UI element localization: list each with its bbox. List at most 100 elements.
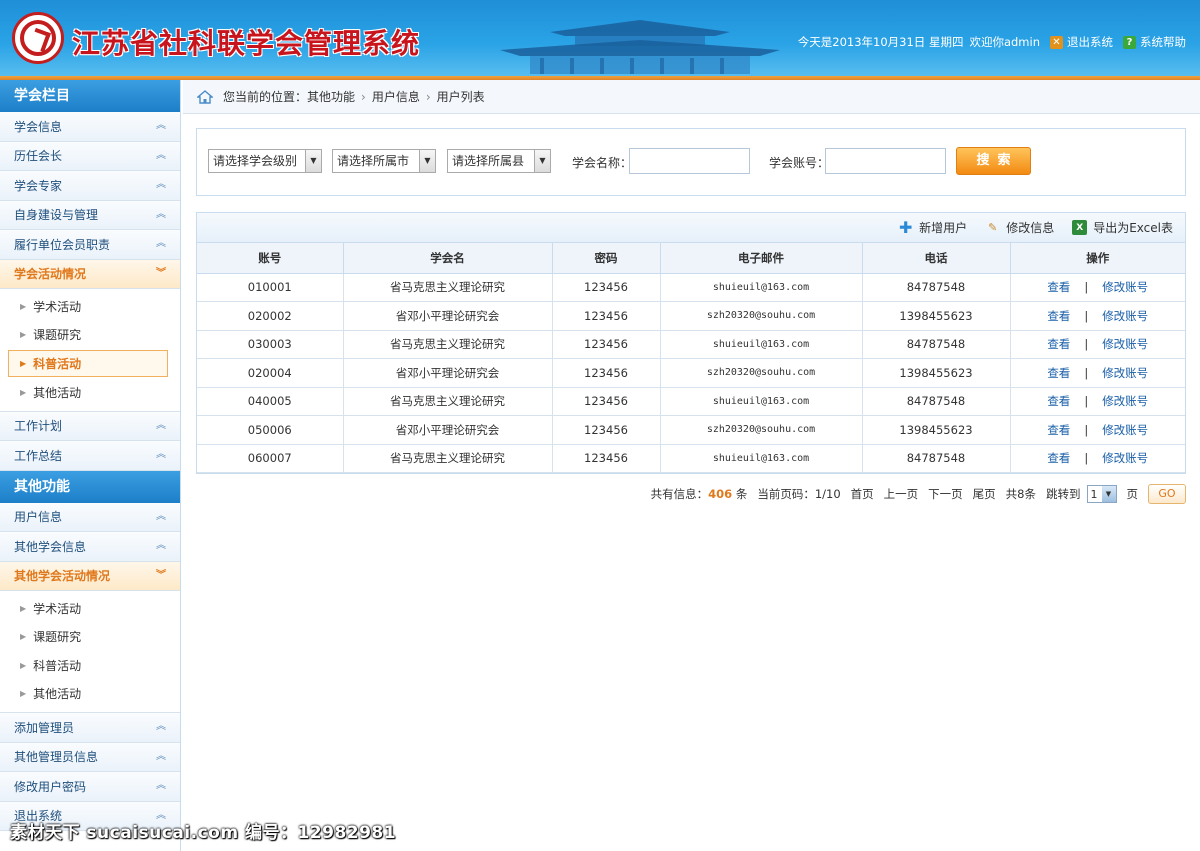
sidebar-item-member-duties[interactable]: 履行单位会员职责 ︽ bbox=[0, 230, 180, 260]
sidebar-item-label: 添加管理员 bbox=[14, 720, 75, 735]
caret-right-icon: ▶ bbox=[20, 330, 27, 340]
sidebar-item-admin-info[interactable]: 其他管理员信息 ︽ bbox=[0, 742, 180, 772]
breadcrumb-item[interactable]: 用户列表 bbox=[437, 88, 485, 105]
export-excel-button[interactable]: X 导出为Excel表 bbox=[1072, 219, 1173, 236]
submenu-label: 课题研究 bbox=[33, 630, 82, 645]
breadcrumb-item[interactable]: 用户信息 bbox=[372, 88, 420, 105]
cell-account: 050006 bbox=[197, 415, 344, 445]
view-link[interactable]: 查看 bbox=[1047, 280, 1070, 294]
breadcrumb: 您当前的位置： 其他功能 › 用户信息 › 用户列表 bbox=[183, 80, 1200, 114]
caret-right-icon: ▶ bbox=[20, 301, 27, 311]
chevron-up-icon: ︽ bbox=[156, 780, 166, 791]
view-link[interactable]: 查看 bbox=[1047, 451, 1070, 465]
table-body: 010001 省马克思主义理论研究 123456 shuieuil@163.com 84… bbox=[197, 272, 1185, 473]
society-name-input[interactable] bbox=[629, 148, 750, 174]
edit-account-link[interactable]: 修改账号 bbox=[1102, 366, 1148, 380]
cell-actions: 查看 | 修改账号 bbox=[1009, 358, 1185, 388]
cell-email: shuieuil@163.com bbox=[659, 272, 863, 302]
society-name-label: 学会名称： bbox=[572, 156, 633, 170]
submenu-item-science[interactable]: ▶ 科普活动 bbox=[0, 651, 180, 680]
action-separator: | bbox=[1084, 451, 1089, 466]
sidebar-item-work-summary[interactable]: 工作总结 ︽ bbox=[0, 441, 180, 471]
county-select[interactable]: 请选择所属县 ▼ bbox=[447, 149, 551, 173]
sidebar-item-past-presidents[interactable]: 历任会长 ︽ bbox=[0, 141, 180, 171]
page-select[interactable]: 1 ▼ bbox=[1086, 485, 1117, 503]
table-row: 020002 省邓小平理论研究会 123456 szh20320@souhu.com 1… bbox=[197, 301, 1185, 331]
sidebar-item-add-admin[interactable]: 添加管理员 ︽ bbox=[0, 713, 180, 743]
first-page-link[interactable]: 首页 bbox=[851, 486, 874, 502]
sidebar-item-label: 工作计划 bbox=[14, 419, 63, 434]
pavilion-illustration bbox=[500, 20, 780, 74]
submenu-item-research[interactable]: ▶ 课题研究 bbox=[0, 623, 180, 652]
chevron-up-icon: ︽ bbox=[156, 208, 166, 220]
view-link[interactable]: 查看 bbox=[1047, 423, 1070, 437]
user-table-panel: ✚ 新增用户 ✎ 修改信息 X 导出为Excel表 账号 学会名 密码 电子邮件… bbox=[196, 212, 1186, 474]
submenu-item-other[interactable]: ▶ 其他活动 bbox=[0, 378, 180, 407]
level-select[interactable]: 请选择学会级别 ▼ bbox=[208, 149, 322, 173]
sidebar-item-activities[interactable]: 学会活动情况 ︾ bbox=[0, 259, 180, 289]
edit-icon: ✎ bbox=[988, 221, 998, 234]
dropdown-arrow-icon: ▼ bbox=[419, 150, 435, 172]
cell-society-name: 省马克思主义理论研究 bbox=[342, 386, 553, 416]
edit-account-link[interactable]: 修改账号 bbox=[1102, 451, 1148, 465]
next-page-link[interactable]: 下一页 bbox=[928, 486, 963, 502]
excel-icon: X bbox=[1072, 220, 1088, 235]
cell-actions: 查看 | 修改账号 bbox=[1009, 272, 1185, 302]
sidebar-item-experts[interactable]: 学会专家 ︽ bbox=[0, 171, 180, 201]
sidebar-item-society-info[interactable]: 学会信息 ︽ bbox=[0, 112, 180, 142]
sidebar-submenu: ▶ 学术活动 ▶ 课题研究 ▶ 科普活动 ▶ 其他活动 bbox=[0, 289, 180, 412]
submenu-label: 其他活动 bbox=[33, 687, 82, 702]
sidebar-item-label: 自身建设与管理 bbox=[14, 208, 99, 223]
view-link[interactable]: 查看 bbox=[1047, 309, 1070, 323]
help-link[interactable]: ? 系统帮助 bbox=[1123, 34, 1186, 50]
welcome-text: 欢迎你admin bbox=[969, 35, 1040, 49]
user-table: 账号 学会名 密码 电子邮件 电话 操作 010001 省马克思主义理论研究 123… bbox=[197, 243, 1185, 473]
sidebar-item-label: 历任会长 bbox=[14, 149, 63, 164]
view-link[interactable]: 查看 bbox=[1047, 337, 1070, 351]
add-user-button[interactable]: ✚ 新增用户 bbox=[898, 218, 968, 237]
sidebar-item-work-plan[interactable]: 工作计划 ︽ bbox=[0, 411, 180, 441]
submenu-item-science[interactable]: ▶ 科普活动 bbox=[8, 350, 168, 377]
sidebar-item-label: 工作总结 bbox=[14, 448, 63, 463]
search-button[interactable]: 搜索 bbox=[956, 147, 1031, 175]
breadcrumb-item[interactable]: 其他功能 bbox=[307, 88, 355, 105]
cell-society-name: 省马克思主义理论研究 bbox=[342, 329, 553, 359]
caret-right-icon: ▶ bbox=[20, 387, 27, 397]
view-link[interactable]: 查看 bbox=[1047, 366, 1070, 380]
submenu-item-academic[interactable]: ▶ 学术活动 bbox=[0, 594, 180, 623]
caret-right-icon: ▶ bbox=[20, 359, 27, 368]
submenu-item-research[interactable]: ▶ 课题研究 bbox=[0, 321, 180, 350]
sidebar-item-user-info[interactable]: 用户信息 ︽ bbox=[0, 502, 180, 532]
add-user-label: 新增用户 bbox=[919, 221, 968, 235]
edit-account-link[interactable]: 修改账号 bbox=[1102, 423, 1148, 437]
edit-account-link[interactable]: 修改账号 bbox=[1102, 309, 1148, 323]
last-page-link[interactable]: 尾页 bbox=[973, 486, 996, 502]
edit-account-link[interactable]: 修改账号 bbox=[1102, 280, 1148, 294]
edit-info-button[interactable]: ✎ 修改信息 bbox=[985, 219, 1054, 236]
sidebar-item-self-management[interactable]: 自身建设与管理 ︽ bbox=[0, 200, 180, 230]
edit-account-link[interactable]: 修改账号 bbox=[1102, 337, 1148, 351]
cell-password: 123456 bbox=[551, 415, 661, 445]
sidebar-item-label: 学会专家 bbox=[14, 178, 63, 193]
city-select[interactable]: 请选择所属市 ▼ bbox=[332, 149, 436, 173]
cell-password: 123456 bbox=[551, 443, 661, 473]
submenu-item-academic[interactable]: ▶ 学术活动 bbox=[0, 292, 180, 321]
home-icon bbox=[197, 89, 213, 104]
chevron-up-icon: ︽ bbox=[156, 540, 166, 551]
go-button[interactable]: GO bbox=[1148, 484, 1186, 504]
society-account-input[interactable] bbox=[825, 148, 946, 174]
sidebar-item-other-society-info[interactable]: 其他学会信息 ︽ bbox=[0, 532, 180, 562]
chevron-up-icon: ︽ bbox=[156, 510, 166, 522]
edit-account-link[interactable]: 修改账号 bbox=[1102, 394, 1148, 408]
prev-page-link[interactable]: 上一页 bbox=[884, 486, 919, 502]
view-link[interactable]: 查看 bbox=[1047, 394, 1070, 408]
sidebar-item-change-password[interactable]: 修改用户密码 ︽ bbox=[0, 772, 180, 802]
submenu-label: 科普活动 bbox=[33, 357, 82, 371]
plus-icon: ✚ bbox=[898, 218, 913, 237]
sidebar-item-other-activities[interactable]: 其他学会活动情况 ︾ bbox=[0, 561, 180, 591]
page-select-value: 1 bbox=[1090, 487, 1098, 501]
sidebar-item-label: 修改用户密码 bbox=[14, 779, 87, 794]
logout-link[interactable]: ✕ 退出系统 bbox=[1050, 34, 1113, 50]
submenu-item-other[interactable]: ▶ 其他活动 bbox=[0, 680, 180, 709]
dropdown-arrow-icon: ▼ bbox=[534, 150, 550, 172]
